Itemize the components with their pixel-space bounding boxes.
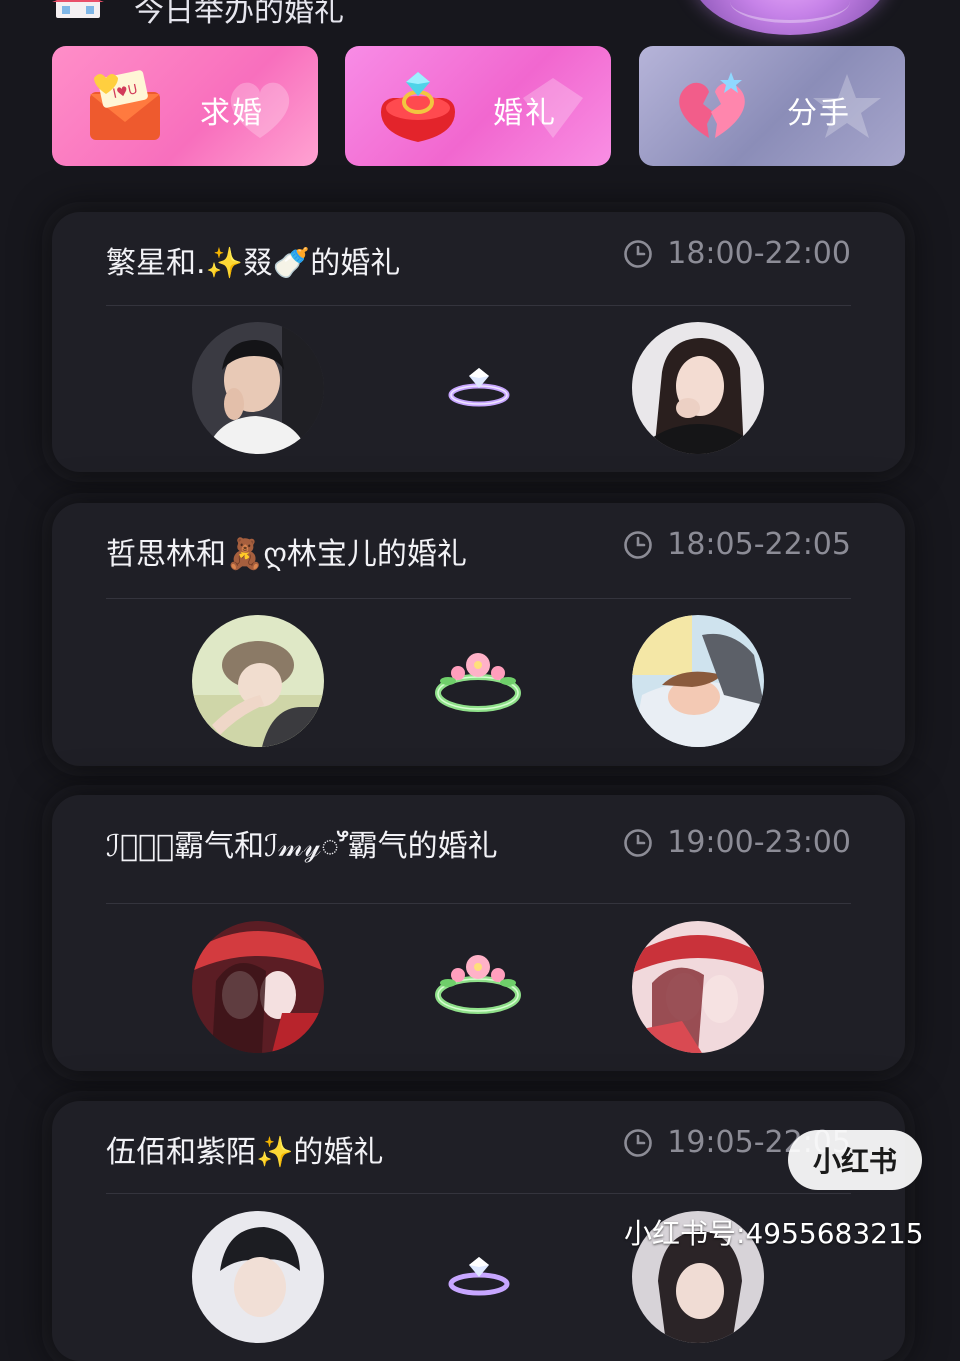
groom-avatar[interactable] <box>192 921 324 1053</box>
wedding-time: 18:05-22:05 <box>623 527 851 562</box>
wedding-card[interactable]: 哲思林和🧸ღ林宝儿的婚礼 18:05-22:05 <box>52 503 905 766</box>
wedding-time-text: 18:05-22:05 <box>667 527 851 562</box>
header-decoration <box>690 0 890 35</box>
wedding-label: 婚礼 <box>493 96 557 131</box>
wedding-time-text: 18:00-22:00 <box>667 236 851 271</box>
love-letter-icon: I♥U <box>90 70 160 140</box>
flower-ring-icon <box>435 653 521 712</box>
groom-avatar[interactable] <box>192 1211 324 1343</box>
card-divider <box>106 1193 851 1194</box>
page-title: 今日举办的婚礼 <box>134 0 344 29</box>
clock-icon <box>624 530 653 559</box>
wedding-title: 哲思林和🧸ღ林宝儿的婚礼 <box>106 537 467 572</box>
breakup-label: 分手 <box>787 96 851 131</box>
wedding-title: 伍佰和紫陌✨的婚礼 <box>106 1135 384 1170</box>
wedding-title: ℐ𝓂𝓎ꯧ霸气和ℐ𝓂𝓎ꯧ霸气的婚礼 <box>106 829 498 864</box>
wedding-time: 19:00-23:00 <box>623 825 851 860</box>
propose-button[interactable]: I♥U 求婚 <box>52 46 318 166</box>
wedding-card[interactable]: ℐ𝓂𝓎ꯧ霸气和ℐ𝓂𝓎ꯧ霸气的婚礼 19:00-23:00 <box>52 795 905 1071</box>
clock-icon <box>624 828 653 857</box>
clock-icon <box>624 239 653 268</box>
xiaohongshu-watermark-badge: 小红书 <box>788 1130 922 1190</box>
wedding-time: 18:00-22:00 <box>623 236 851 271</box>
wedding-time-text: 19:00-23:00 <box>667 825 851 860</box>
xiaohongshu-id-watermark: 小红书号:4955683215 <box>624 1217 924 1250</box>
groom-avatar[interactable] <box>192 615 324 747</box>
diamond-ring-icon <box>448 1257 510 1296</box>
flower-ring-icon <box>435 955 521 1014</box>
bride-avatar[interactable] <box>632 322 764 454</box>
diamond-ring-icon <box>448 368 510 407</box>
card-divider <box>106 598 851 599</box>
card-divider <box>106 305 851 306</box>
broken-heart-icon <box>679 72 745 138</box>
house-icon[interactable] <box>52 0 104 18</box>
wedding-title: 繁星和.✨叕🍼的婚礼 <box>106 246 401 281</box>
card-divider <box>106 903 851 904</box>
propose-label: 求婚 <box>200 96 264 131</box>
wedding-button[interactable]: 婚礼 <box>345 46 611 166</box>
ring-box-icon <box>381 72 455 142</box>
top-bar: 今日举办的婚礼 <box>0 0 960 35</box>
breakup-button[interactable]: 分手 <box>639 46 905 166</box>
bride-avatar[interactable] <box>632 921 764 1053</box>
clock-icon <box>624 1128 653 1157</box>
groom-avatar[interactable] <box>192 322 324 454</box>
bride-avatar[interactable] <box>632 615 764 747</box>
wedding-card[interactable]: 繁星和.✨叕🍼的婚礼 18:00-22:00 <box>52 212 905 472</box>
